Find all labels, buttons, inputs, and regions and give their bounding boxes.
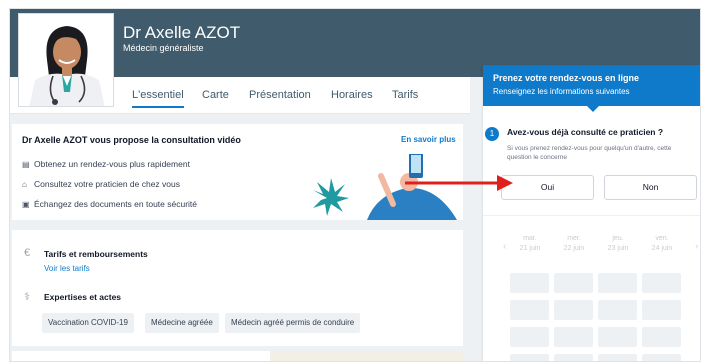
next-week-icon[interactable]: ›: [695, 241, 698, 252]
time-slot-placeholder: [554, 354, 593, 361]
calendar-day: ven. 24 juin: [651, 235, 673, 252]
doctor-portrait-image: [19, 14, 113, 106]
time-slot-placeholder: [554, 300, 593, 320]
time-slot-placeholder: [642, 354, 681, 361]
no-button[interactable]: Non: [604, 175, 697, 200]
calendar-clock-icon: ▤: [22, 160, 30, 169]
expertise-tag: Médecin agréé permis de conduire: [225, 313, 361, 333]
booking-header: Prenez votre rendez-vous en ligne Rensei…: [483, 65, 700, 106]
tarifs-title: Tarifs et remboursements: [44, 249, 148, 259]
time-slot-placeholder: [598, 273, 637, 293]
time-slot-placeholder: [510, 273, 549, 293]
tab-horaires[interactable]: Horaires: [331, 89, 373, 101]
time-slot-placeholder: [598, 327, 637, 347]
page: Dr Axelle AZOT Médecin généraliste L'ess…: [9, 8, 701, 362]
time-slot-placeholder: [510, 354, 549, 361]
document-icon: ▣: [22, 200, 30, 209]
step-number-badge: 1: [485, 127, 499, 141]
calendar-day: mer. 22 juin: [563, 235, 585, 252]
expertise-tag: Vaccination COVID-19: [42, 313, 134, 333]
stethoscope-icon: ⚕: [24, 291, 30, 303]
tarifs-expertises-card: € Tarifs et remboursements Voir les tari…: [12, 230, 463, 346]
booking-header-notch: [587, 106, 599, 112]
divider: [483, 215, 700, 216]
calendar-day: jeu. 23 juin: [607, 235, 629, 252]
feature-item: ▤ Obtenez un rendez-vous plus rapidement: [22, 159, 190, 169]
time-slot-placeholder: [642, 273, 681, 293]
learn-more-link[interactable]: En savoir plus: [401, 135, 456, 144]
video-card-title: Dr Axelle AZOT vous propose la consultat…: [22, 135, 241, 145]
tab-presentation[interactable]: Présentation: [249, 89, 311, 101]
time-slot-placeholder: [598, 300, 637, 320]
time-slot-placeholder: [510, 300, 549, 320]
doctor-name: Dr Axelle AZOT: [123, 23, 241, 42]
euro-icon: €: [24, 247, 31, 259]
time-slot-placeholder: [554, 273, 593, 293]
time-slot-placeholder: [642, 300, 681, 320]
annotation-arrow-icon: [405, 175, 513, 191]
tab-tarifs[interactable]: Tarifs: [392, 89, 418, 101]
tab-carte[interactable]: Carte: [202, 89, 229, 101]
see-tarifs-link[interactable]: Voir les tarifs: [44, 264, 90, 273]
doctor-avatar: [18, 13, 114, 107]
time-slot-placeholder: [554, 327, 593, 347]
booking-title: Prenez votre rendez-vous en ligne: [493, 73, 640, 83]
doctor-specialty: Médecin généraliste: [123, 43, 204, 53]
tab-essentiel[interactable]: L'essentiel: [132, 89, 184, 108]
video-consultation-card: Dr Axelle AZOT vous propose la consultat…: [12, 124, 463, 220]
home-icon: ⌂: [22, 180, 27, 189]
time-slot-placeholder: [598, 354, 637, 361]
expertise-tag: Médecine agréée: [145, 313, 219, 333]
question-title: Avez-vous déjà consulté ce praticien ?: [507, 127, 664, 137]
feature-item: ▣ Échangez des documents en toute sécurit…: [22, 199, 198, 209]
time-slot-placeholder: [642, 327, 681, 347]
booking-subtitle: Renseignez les informations suivantes: [493, 87, 630, 96]
feature-item: ⌂ Consultez votre praticien de chez vous: [22, 179, 180, 189]
question-help-text: Si vous prenez rendez-vous pour quelqu'u…: [507, 145, 672, 161]
time-slot-placeholder: [510, 327, 549, 347]
expertises-title: Expertises et actes: [44, 292, 122, 302]
calendar-day: mar. 21 juin: [519, 235, 541, 252]
next-card-image-edge: [270, 351, 463, 361]
prev-week-icon[interactable]: ‹: [503, 241, 506, 252]
booking-panel: Prenez votre rendez-vous en ligne Rensei…: [483, 65, 700, 361]
